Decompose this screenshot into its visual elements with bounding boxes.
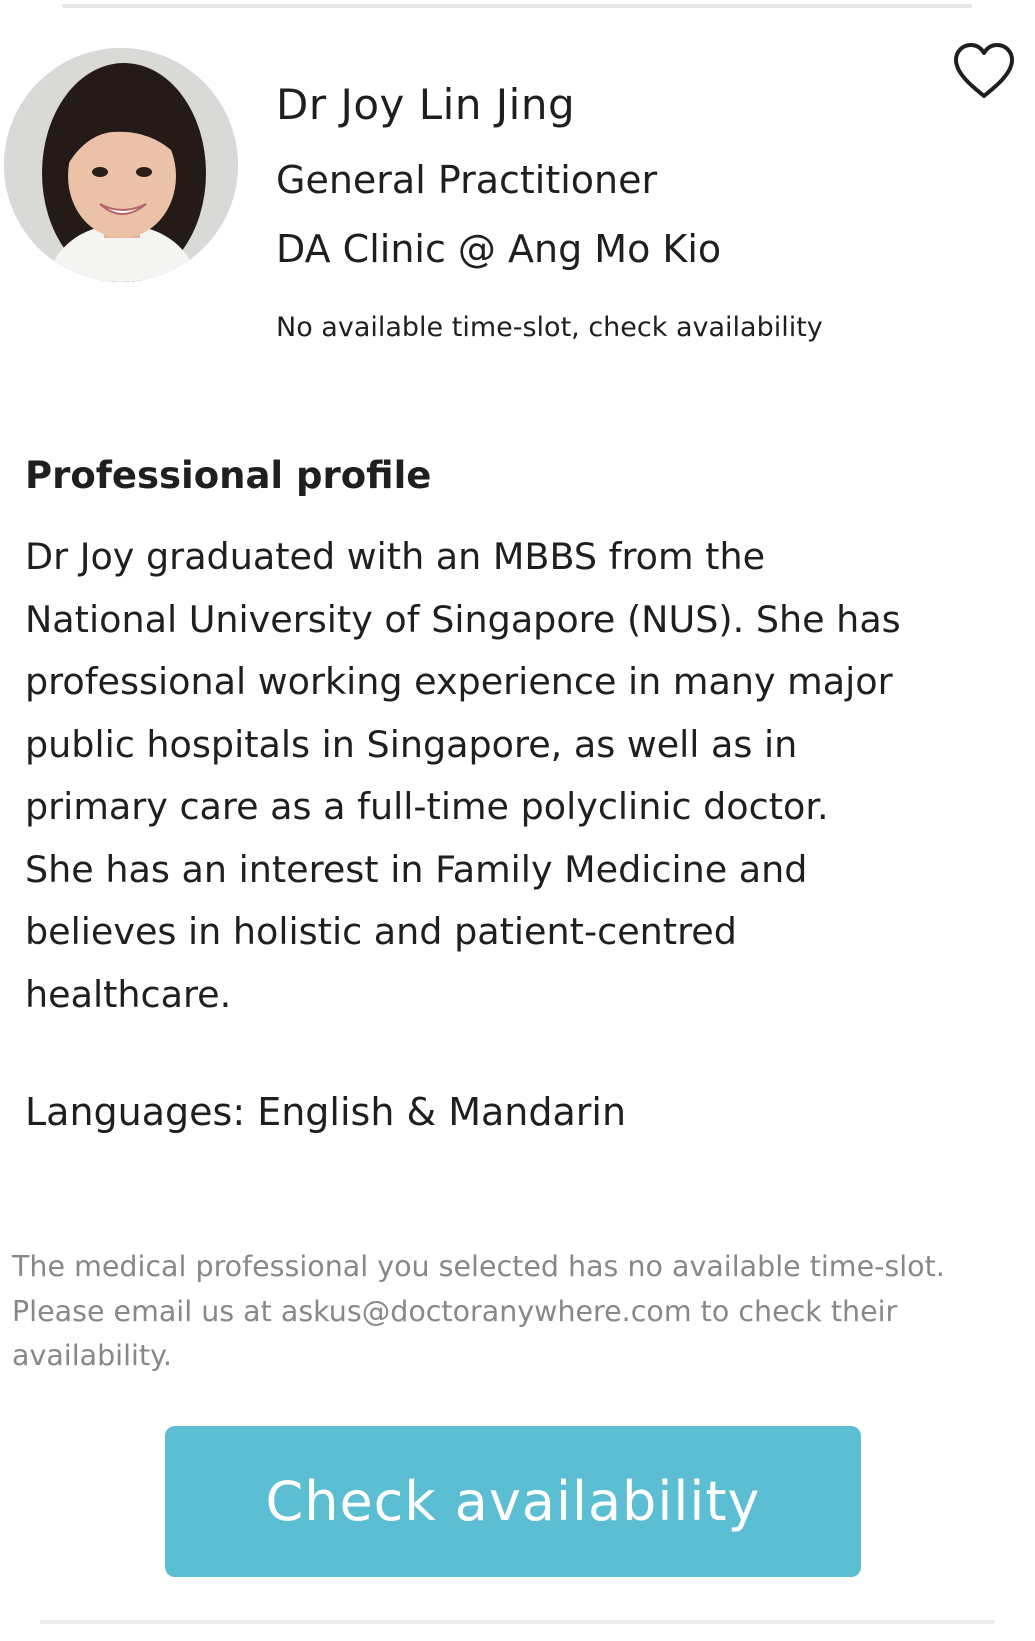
doctor-specialty: General Practitioner (276, 158, 658, 202)
heart-outline-icon (954, 43, 1014, 98)
languages-text: Languages: English & Mandarin (25, 1090, 627, 1134)
bottom-divider (40, 1620, 995, 1624)
favorite-button[interactable] (950, 40, 1018, 102)
doctor-clinic: DA Clinic @ Ang Mo Kio (276, 227, 722, 271)
top-divider (62, 4, 972, 8)
doctor-name: Dr Joy Lin Jing (276, 80, 576, 129)
section-title-professional-profile: Professional profile (25, 454, 432, 497)
check-availability-button[interactable]: Check availability (165, 1426, 861, 1577)
doctor-avatar (4, 48, 238, 282)
no-timeslot-notice: The medical professional you selected ha… (12, 1250, 945, 1372)
profile-description: Dr Joy graduated with an MBBS from the N… (25, 535, 901, 1016)
availability-note: No available time-slot, check availabili… (276, 312, 823, 343)
